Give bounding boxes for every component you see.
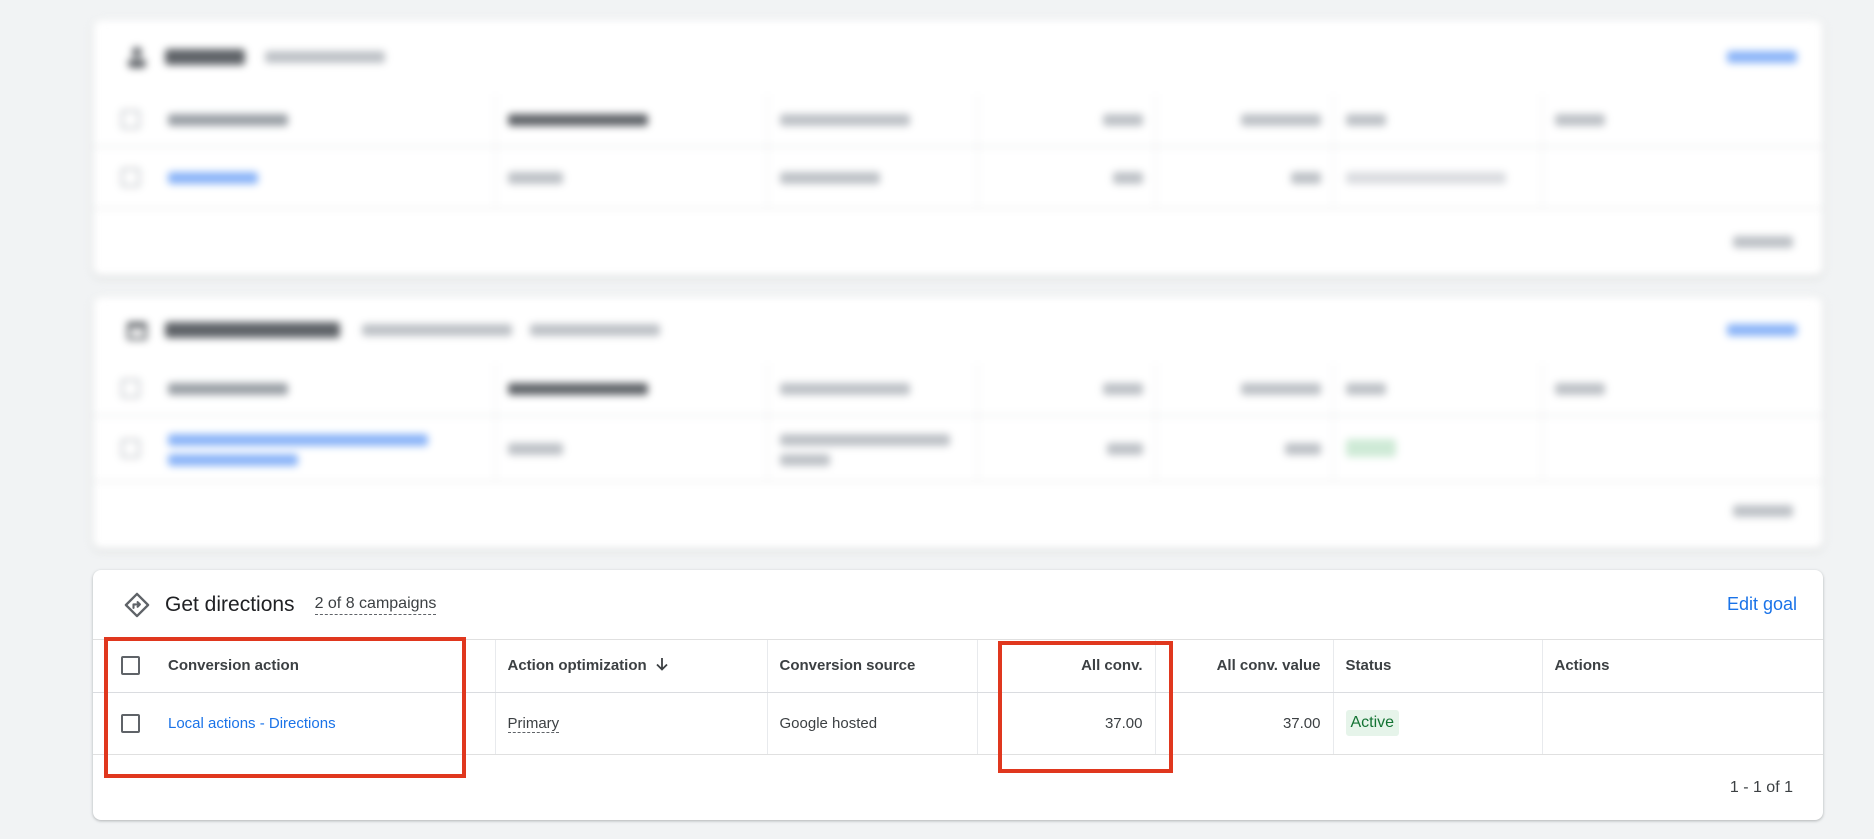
goal-sub-placeholder [530, 324, 660, 336]
goal-card-header [93, 297, 1823, 363]
pagination-placeholder [93, 209, 1823, 275]
cell-placeholder [1155, 146, 1334, 209]
table-row: Local actions - Directions Primary Googl… [93, 692, 1823, 755]
conversion-action-link[interactable]: Local actions - Directions [168, 715, 336, 732]
row-checkbox[interactable] [121, 713, 140, 733]
header-placeholder [1333, 363, 1543, 416]
cell-placeholder [495, 146, 768, 209]
header-label: Action optimization [507, 656, 647, 674]
header-placeholder [1155, 94, 1334, 147]
cell-placeholder [1542, 415, 1823, 482]
goal-card-header: Get directions 2 of 8 campaigns Edit goa… [93, 570, 1823, 640]
action-optimization-value[interactable]: Primary [507, 714, 560, 733]
row-checkbox-cell [93, 415, 156, 482]
edit-goal-placeholder [1727, 324, 1797, 336]
select-all-checkbox-cell [93, 640, 156, 693]
cell-placeholder [495, 415, 768, 482]
cell-placeholder [767, 146, 978, 209]
header-placeholder [156, 363, 496, 416]
pagination-placeholder [93, 482, 1823, 540]
header-placeholder [1542, 94, 1823, 147]
cell-status: Active [1333, 692, 1543, 755]
cell-placeholder [1333, 415, 1543, 482]
row-checkbox [121, 167, 140, 187]
header-placeholder [1542, 363, 1823, 416]
select-all-checkbox[interactable] [121, 656, 140, 676]
header-action-optimization[interactable]: Action optimization [495, 640, 768, 693]
table-header-row [93, 363, 1823, 416]
header-placeholder [1155, 363, 1334, 416]
header-placeholder [767, 363, 978, 416]
header-placeholder [1333, 94, 1543, 147]
table-row [93, 415, 1823, 482]
header-conversion-source[interactable]: Conversion source [767, 640, 978, 693]
cell-placeholder [1155, 415, 1334, 482]
table-row [93, 146, 1823, 209]
header-placeholder [495, 94, 768, 147]
cell-actions [1542, 692, 1823, 755]
select-all-checkbox [121, 379, 140, 399]
cell-placeholder [156, 415, 496, 482]
select-all-checkbox [121, 110, 140, 130]
cell-placeholder [977, 415, 1156, 482]
header-status[interactable]: Status [1333, 640, 1543, 693]
select-all-checkbox-cell [93, 94, 156, 147]
cell-conversion-source: Google hosted [767, 692, 978, 755]
header-all-conv[interactable]: All conv. [977, 640, 1156, 693]
cell-all-conv: 37.00 [977, 692, 1156, 755]
goal-card-book-appointment [93, 297, 1823, 549]
select-all-checkbox-cell [93, 363, 156, 416]
campaigns-link[interactable]: 2 of 8 campaigns [314, 595, 437, 615]
header-actions: Actions [1542, 640, 1823, 693]
row-checkbox-cell [93, 146, 156, 209]
cell-all-conv-value: 37.00 [1155, 692, 1334, 755]
person-icon [123, 43, 151, 71]
goal-title-placeholder [165, 322, 340, 338]
header-all-conv-value[interactable]: All conv. value [1155, 640, 1334, 693]
cell-conversion-action: Local actions - Directions [156, 692, 496, 755]
header-placeholder [156, 94, 496, 147]
cell-placeholder [767, 415, 978, 482]
directions-icon [123, 591, 151, 619]
status-badge: Active [1345, 710, 1400, 736]
cell-placeholder [977, 146, 1156, 209]
goal-sub-placeholder [265, 51, 385, 63]
header-conversion-action[interactable]: Conversion action [156, 640, 496, 693]
goal-card-contact [93, 20, 1823, 276]
header-placeholder [767, 94, 978, 147]
row-checkbox-cell [93, 692, 156, 755]
goal-title-placeholder [165, 49, 245, 65]
goal-title: Get directions [165, 592, 295, 616]
table-header-row [93, 94, 1823, 147]
goal-sub-placeholder [362, 324, 512, 336]
header-placeholder [977, 363, 1156, 416]
header-placeholder [495, 363, 768, 416]
goal-card-get-directions: Get directions 2 of 8 campaigns Edit goa… [93, 570, 1823, 820]
cell-placeholder [1542, 146, 1823, 209]
table-header-row: Conversion action Action optimization Co… [93, 640, 1823, 693]
edit-goal-button[interactable]: Edit goal [1727, 594, 1797, 615]
cell-placeholder [156, 146, 496, 209]
row-checkbox [121, 438, 140, 458]
arrow-down-icon [655, 656, 669, 676]
cell-action-optimization: Primary [495, 692, 768, 755]
calendar-icon [123, 316, 151, 344]
pagination: 1 - 1 of 1 [1729, 778, 1793, 796]
conversion-table: Conversion action Action optimization Co… [93, 640, 1823, 755]
edit-goal-placeholder [1727, 51, 1797, 63]
cell-placeholder [1333, 146, 1543, 209]
header-placeholder [977, 94, 1156, 147]
goal-card-header [93, 20, 1823, 94]
conversion-table [93, 363, 1823, 482]
conversion-table [93, 94, 1823, 209]
